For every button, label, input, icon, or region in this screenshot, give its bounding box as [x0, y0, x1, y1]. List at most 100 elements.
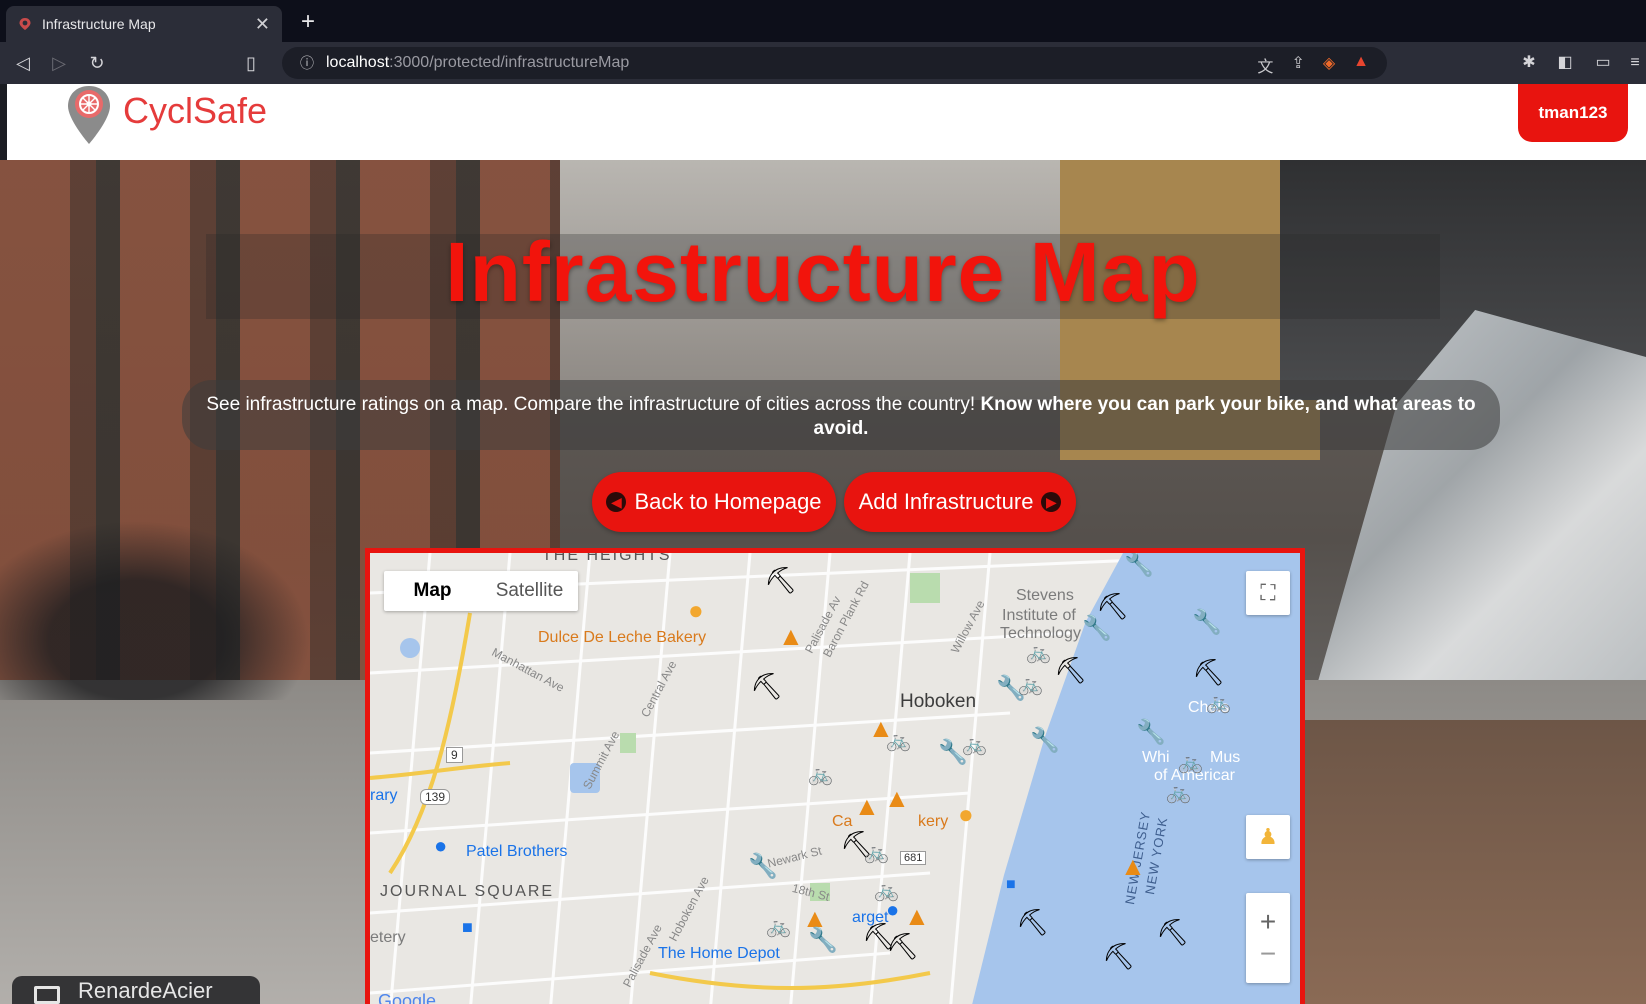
map-label: The Home Depot	[658, 945, 780, 962]
address-bar[interactable]: ⓘ localhost :3000/protected/infrastructu…	[282, 47, 1387, 79]
repair-marker-icon[interactable]: 🔧	[748, 855, 778, 879]
construction-marker-icon[interactable]: ⛏	[1156, 919, 1189, 945]
repair-marker-icon[interactable]: 🔧	[1124, 553, 1154, 577]
repair-marker-icon[interactable]: 🔧	[1192, 611, 1222, 635]
bike-parking-marker-icon[interactable]: 🚲	[766, 917, 791, 937]
restaurant-pin-icon[interactable]: ●	[958, 799, 974, 830]
add-infrastructure-button[interactable]: Add Infrastructure ▶	[844, 472, 1076, 532]
cyclsafe-favicon-icon	[19, 18, 31, 30]
site-header: CyclSafe tman123	[7, 84, 1646, 160]
map-label: etery	[370, 929, 406, 946]
restaurant-pin-icon[interactable]: ●	[688, 595, 704, 626]
menu-icon[interactable]: ≡	[1624, 52, 1646, 74]
route-shield: 9	[446, 747, 463, 763]
add-infrastructure-label: Add Infrastructure	[858, 489, 1034, 514]
construction-marker-icon[interactable]: ⛏	[1102, 943, 1135, 969]
bike-parking-marker-icon[interactable]: 🚲	[1206, 693, 1231, 713]
stream-watermark: RenardeAcier	[12, 976, 260, 1004]
cone-marker-icon[interactable]: ▲	[884, 785, 910, 811]
repair-marker-icon[interactable]: 🔧	[808, 929, 838, 953]
transit-icon: ■	[462, 917, 473, 937]
map-label: THE HEIGHTS	[542, 548, 672, 564]
construction-marker-icon[interactable]: ⛏	[1192, 659, 1225, 685]
map-label: Mus	[1210, 749, 1241, 766]
bike-parking-marker-icon[interactable]: 🚲	[886, 731, 911, 751]
repair-marker-icon[interactable]: 🔧	[1082, 617, 1112, 641]
bike-parking-marker-icon[interactable]: 🚲	[1026, 643, 1051, 663]
description-text: See infrastructure ratings on a map. Com…	[206, 394, 981, 415]
map-type-map-option[interactable]: Map	[384, 571, 481, 611]
logo-text[interactable]: CyclSafe	[123, 90, 267, 132]
sidebar-icon[interactable]: ◧	[1554, 52, 1576, 74]
share-icon[interactable]: ⇪	[1291, 53, 1304, 77]
brave-rewards-icon[interactable]: ▲	[1353, 53, 1369, 77]
bike-parking-marker-icon[interactable]: 🚲	[808, 765, 833, 785]
route-shield: 681	[900, 851, 927, 865]
map-type-satellite-option[interactable]: Satellite	[481, 571, 578, 611]
wallet-icon[interactable]: ▭	[1592, 52, 1614, 74]
map-label: Dulce De Leche Bakery	[538, 629, 707, 646]
page: CyclSafe tman123 Infrastructure Map See …	[0, 84, 1646, 1004]
map-label: Patel Brothers	[466, 843, 568, 860]
map-label: JOURNAL SQUARE	[380, 883, 555, 900]
place-pin-icon[interactable]: ●	[886, 899, 899, 921]
site-info-icon[interactable]: ⓘ	[300, 53, 314, 73]
cone-marker-icon[interactable]: ▲	[778, 623, 804, 649]
forward-nav-icon[interactable]: ▷	[46, 50, 72, 76]
construction-marker-icon[interactable]: ⛏	[764, 567, 797, 593]
zoom-out-icon[interactable]: −	[1260, 938, 1276, 970]
fullscreen-icon[interactable]: ⛶	[1246, 571, 1290, 615]
bike-parking-marker-icon[interactable]: 🚲	[1178, 753, 1203, 773]
map-label: Institute of	[1002, 607, 1076, 624]
new-tab-button[interactable]: +	[294, 8, 322, 36]
browser-tab[interactable]: Infrastructure Map ✕	[6, 6, 282, 42]
page-description: See infrastructure ratings on a map. Com…	[182, 380, 1500, 450]
reload-icon[interactable]: ↻	[84, 50, 110, 76]
transit-icon: ■	[1006, 876, 1016, 893]
browser-toolbar: ◁ ▷ ↻ ▯ ⓘ localhost :3000/protected/infr…	[0, 42, 1646, 84]
google-logo[interactable]: Google	[378, 991, 436, 1004]
map-label: Technology	[1000, 625, 1081, 642]
arrow-left-icon: ◀	[606, 492, 627, 512]
logo-pin-icon	[68, 86, 110, 144]
map-label: rary	[370, 787, 398, 804]
zoom-controls: + −	[1246, 893, 1290, 983]
infrastructure-map[interactable]: Map Satellite ⛶ ♟ + − THE HEIGHTS Dulce …	[365, 548, 1305, 1004]
map-label-hoboken: Hoboken	[900, 691, 977, 712]
construction-marker-icon[interactable]: ⛏	[886, 933, 919, 959]
bookmark-icon[interactable]: ▯	[238, 50, 264, 76]
arrow-right-icon: ▶	[1041, 492, 1062, 512]
construction-marker-icon[interactable]: ⛏	[750, 673, 783, 699]
back-to-homepage-label: Back to Homepage	[634, 489, 822, 514]
bike-parking-marker-icon[interactable]: 🚲	[1166, 783, 1191, 803]
map-label: Stevens	[1016, 587, 1074, 604]
bike-parking-marker-icon[interactable]: 🚲	[962, 735, 987, 755]
construction-marker-icon[interactable]: ⛏	[1054, 657, 1087, 683]
back-to-homepage-button[interactable]: ◀ Back to Homepage	[592, 472, 836, 532]
url-host: localhost	[326, 54, 390, 71]
place-pin-icon[interactable]: ●	[434, 833, 447, 859]
user-account-button[interactable]: tman123	[1518, 84, 1628, 142]
tab-close-icon[interactable]: ✕	[255, 15, 270, 33]
construction-marker-icon[interactable]: ⛏	[1016, 909, 1049, 935]
translate-icon[interactable]: 文	[1257, 53, 1273, 77]
repair-marker-icon[interactable]: 🔧	[1030, 729, 1060, 753]
bike-parking-marker-icon[interactable]: 🚲	[864, 843, 889, 863]
extensions-icon[interactable]: ✱	[1518, 52, 1540, 74]
watermark-text: RenardeAcier	[78, 978, 213, 1003]
screen-icon	[34, 986, 60, 1004]
map-type-toggle[interactable]: Map Satellite	[384, 571, 578, 611]
cone-marker-icon[interactable]: ▲	[854, 793, 880, 819]
back-nav-icon[interactable]: ◁	[10, 50, 36, 76]
brave-shield-icon[interactable]: ◈	[1323, 53, 1335, 77]
cone-marker-icon[interactable]: ▲	[1120, 853, 1146, 879]
map-label: kery	[918, 813, 949, 830]
bike-parking-marker-icon[interactable]: 🚲	[1018, 675, 1043, 695]
cone-marker-icon[interactable]: ▲	[904, 903, 930, 929]
browser-tabstrip: Infrastructure Map ✕ +	[0, 0, 1646, 42]
zoom-in-icon[interactable]: +	[1260, 906, 1276, 938]
tab-title: Infrastructure Map	[42, 16, 156, 32]
page-title: Infrastructure Map	[445, 225, 1201, 319]
street-view-pegman-icon[interactable]: ♟	[1246, 815, 1290, 859]
repair-marker-icon[interactable]: 🔧	[1136, 721, 1166, 745]
